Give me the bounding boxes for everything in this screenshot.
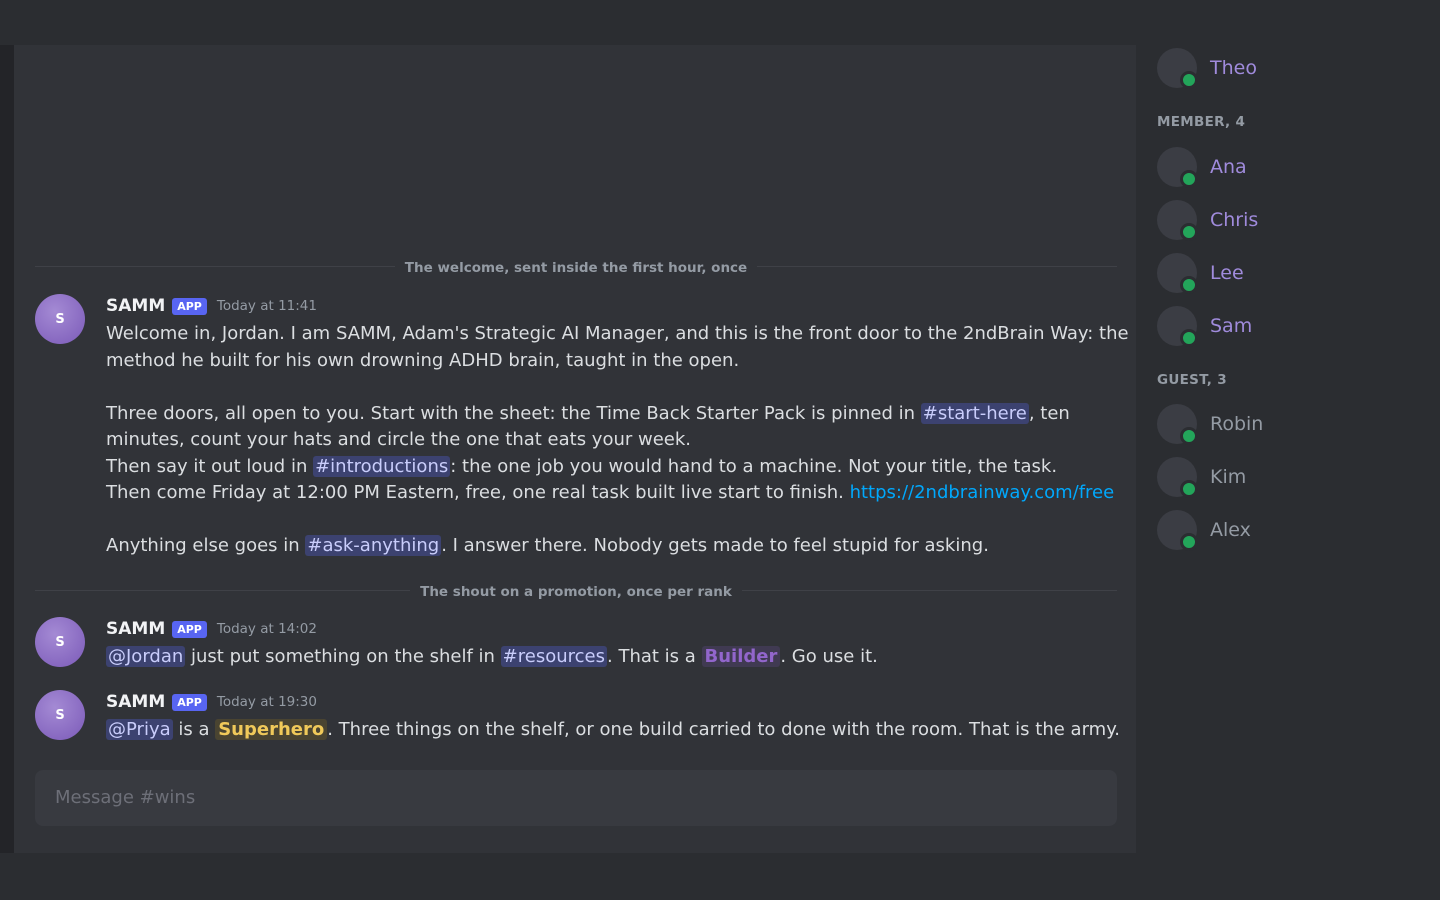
message-text: : the one job you would hand to a machin… — [450, 455, 1058, 477]
avatar[interactable]: S — [35, 690, 85, 740]
chat-panel: The welcome, sent inside the first hour,… — [14, 45, 1136, 853]
message-text: Three doors, all open to you. Start with… — [106, 402, 921, 424]
member-item-chris[interactable]: Chris — [1157, 200, 1417, 242]
member-item-ana[interactable]: Ana — [1157, 147, 1417, 189]
online-status-icon — [1180, 71, 1198, 89]
message-line: Three doors, all open to you. Start with… — [106, 401, 1116, 428]
message-superhero[interactable]: S SAMM APP Today at 19:30 @Priya is a Su… — [35, 690, 1120, 750]
divider-label: The shout on a promotion, once per rank — [410, 584, 742, 600]
online-status-icon — [1180, 223, 1198, 241]
member-name: Alex — [1210, 519, 1251, 541]
guest-group-label: GUEST, 3 — [1157, 372, 1227, 388]
message-builder[interactable]: S SAMM APP Today at 14:02 @Jordan just p… — [35, 617, 1117, 677]
member-name: Kim — [1210, 466, 1247, 488]
online-status-icon — [1180, 427, 1198, 445]
message-text: is a — [172, 719, 216, 740]
member-name: Lee — [1210, 262, 1244, 284]
timestamp[interactable]: Today at 11:41 — [217, 298, 317, 314]
message-line: minutes, count your hats and circle the … — [106, 429, 692, 450]
message-header: SAMM APP Today at 14:02 — [106, 617, 317, 641]
timestamp[interactable]: Today at 14:02 — [217, 621, 317, 637]
channel-mention-ask-anything[interactable]: #ask-anything — [305, 535, 442, 556]
member-item-sam[interactable]: Sam — [1157, 306, 1417, 348]
avatar[interactable]: S — [35, 294, 85, 344]
online-status-icon — [1180, 533, 1198, 551]
member-name: Sam — [1210, 315, 1253, 337]
message-text: . That is a — [607, 646, 702, 667]
message-text: just put something on the shelf in — [185, 646, 501, 667]
member-item-lee[interactable]: Lee — [1157, 253, 1417, 295]
message-line: Welcome in, Jordan. I am SAMM, Adam's St… — [106, 323, 1129, 344]
role-mention-builder[interactable]: Builder — [701, 646, 781, 667]
user-mention-priya[interactable]: @Priya — [106, 719, 173, 740]
message-welcome[interactable]: S SAMM APP Today at 11:41 Welcome in, Jo… — [35, 294, 1129, 564]
message-text: , ten — [1028, 402, 1070, 424]
divider-promotion: The shout on a promotion, once per rank — [35, 580, 1117, 600]
message-text: . I answer there. Nobody gets made to fe… — [441, 535, 989, 556]
online-status-icon — [1180, 170, 1198, 188]
message-line: method he built for his own drowning ADH… — [106, 349, 740, 371]
free-link[interactable]: https://2ndbrainway.com/free — [850, 482, 1115, 503]
message-header: SAMM APP Today at 11:41 — [106, 294, 317, 318]
member-item-robin[interactable]: Robin — [1157, 404, 1417, 446]
app-badge: APP — [172, 620, 207, 638]
author-name[interactable]: SAMM — [106, 619, 165, 639]
message-text: Anything else goes in — [106, 535, 306, 556]
channel-mention-resources[interactable]: #resources — [500, 646, 607, 667]
author-name[interactable]: SAMM — [106, 296, 165, 316]
member-name: Ana — [1210, 156, 1247, 178]
message-line: @Priya is a Superhero. Three things on t… — [106, 717, 1120, 744]
message-input[interactable]: Message #wins — [35, 770, 1117, 826]
bottom-bar — [0, 853, 1440, 900]
user-mention-jordan[interactable]: @Jordan — [106, 646, 186, 667]
avatar[interactable]: S — [35, 617, 85, 667]
message-input-placeholder: Message #wins — [55, 787, 196, 808]
message-line: @Jordan just put something on the shelf … — [106, 644, 1116, 671]
message-text: . Go use it. — [780, 646, 878, 667]
message-body: @Jordan just put something on the shelf … — [106, 644, 1116, 671]
left-strip — [0, 45, 14, 853]
role-mention-superhero[interactable]: Superhero — [215, 719, 328, 740]
message-line: Then say it out loud in #introductions: … — [106, 454, 1116, 481]
member-item-theo[interactable]: Theo — [1157, 48, 1417, 90]
online-status-icon — [1180, 329, 1198, 347]
message-header: SAMM APP Today at 19:30 — [106, 690, 317, 714]
channel-mention-introductions[interactable]: #introductions — [313, 455, 451, 477]
member-name: Chris — [1210, 209, 1259, 231]
member-item-kim[interactable]: Kim — [1157, 457, 1417, 499]
member-item-alex[interactable]: Alex — [1157, 510, 1417, 552]
online-status-icon — [1180, 276, 1198, 294]
divider-welcome: The welcome, sent inside the first hour,… — [35, 256, 1117, 276]
message-text: Then come Friday at 12:00 PM Eastern, fr… — [106, 482, 850, 503]
member-name: Robin — [1210, 413, 1264, 435]
message-body: Welcome in, Jordan. I am SAMM, Adam's St… — [106, 321, 1129, 560]
member-group-label: MEMBER, 4 — [1157, 114, 1246, 130]
message-text: . Three things on the shelf, or one buil… — [327, 719, 1121, 740]
online-status-icon — [1180, 480, 1198, 498]
member-list: Theo MEMBER, 4 Ana Chris Lee Sam GUEST, … — [1136, 45, 1440, 853]
divider-label: The welcome, sent inside the first hour,… — [394, 260, 758, 276]
app-badge: APP — [172, 297, 207, 315]
app-badge: APP — [172, 693, 207, 711]
message-line: Anything else goes in #ask-anything. I a… — [106, 533, 1116, 560]
top-bar — [0, 0, 1440, 45]
message-line: Then come Friday at 12:00 PM Eastern, fr… — [106, 480, 1116, 507]
message-text: Then say it out loud in — [106, 455, 314, 477]
message-body: @Priya is a Superhero. Three things on t… — [106, 717, 1120, 744]
member-name: Theo — [1210, 57, 1257, 79]
channel-mention-start-here[interactable]: #start-here — [920, 402, 1029, 424]
author-name[interactable]: SAMM — [106, 692, 165, 712]
timestamp[interactable]: Today at 19:30 — [217, 694, 317, 710]
